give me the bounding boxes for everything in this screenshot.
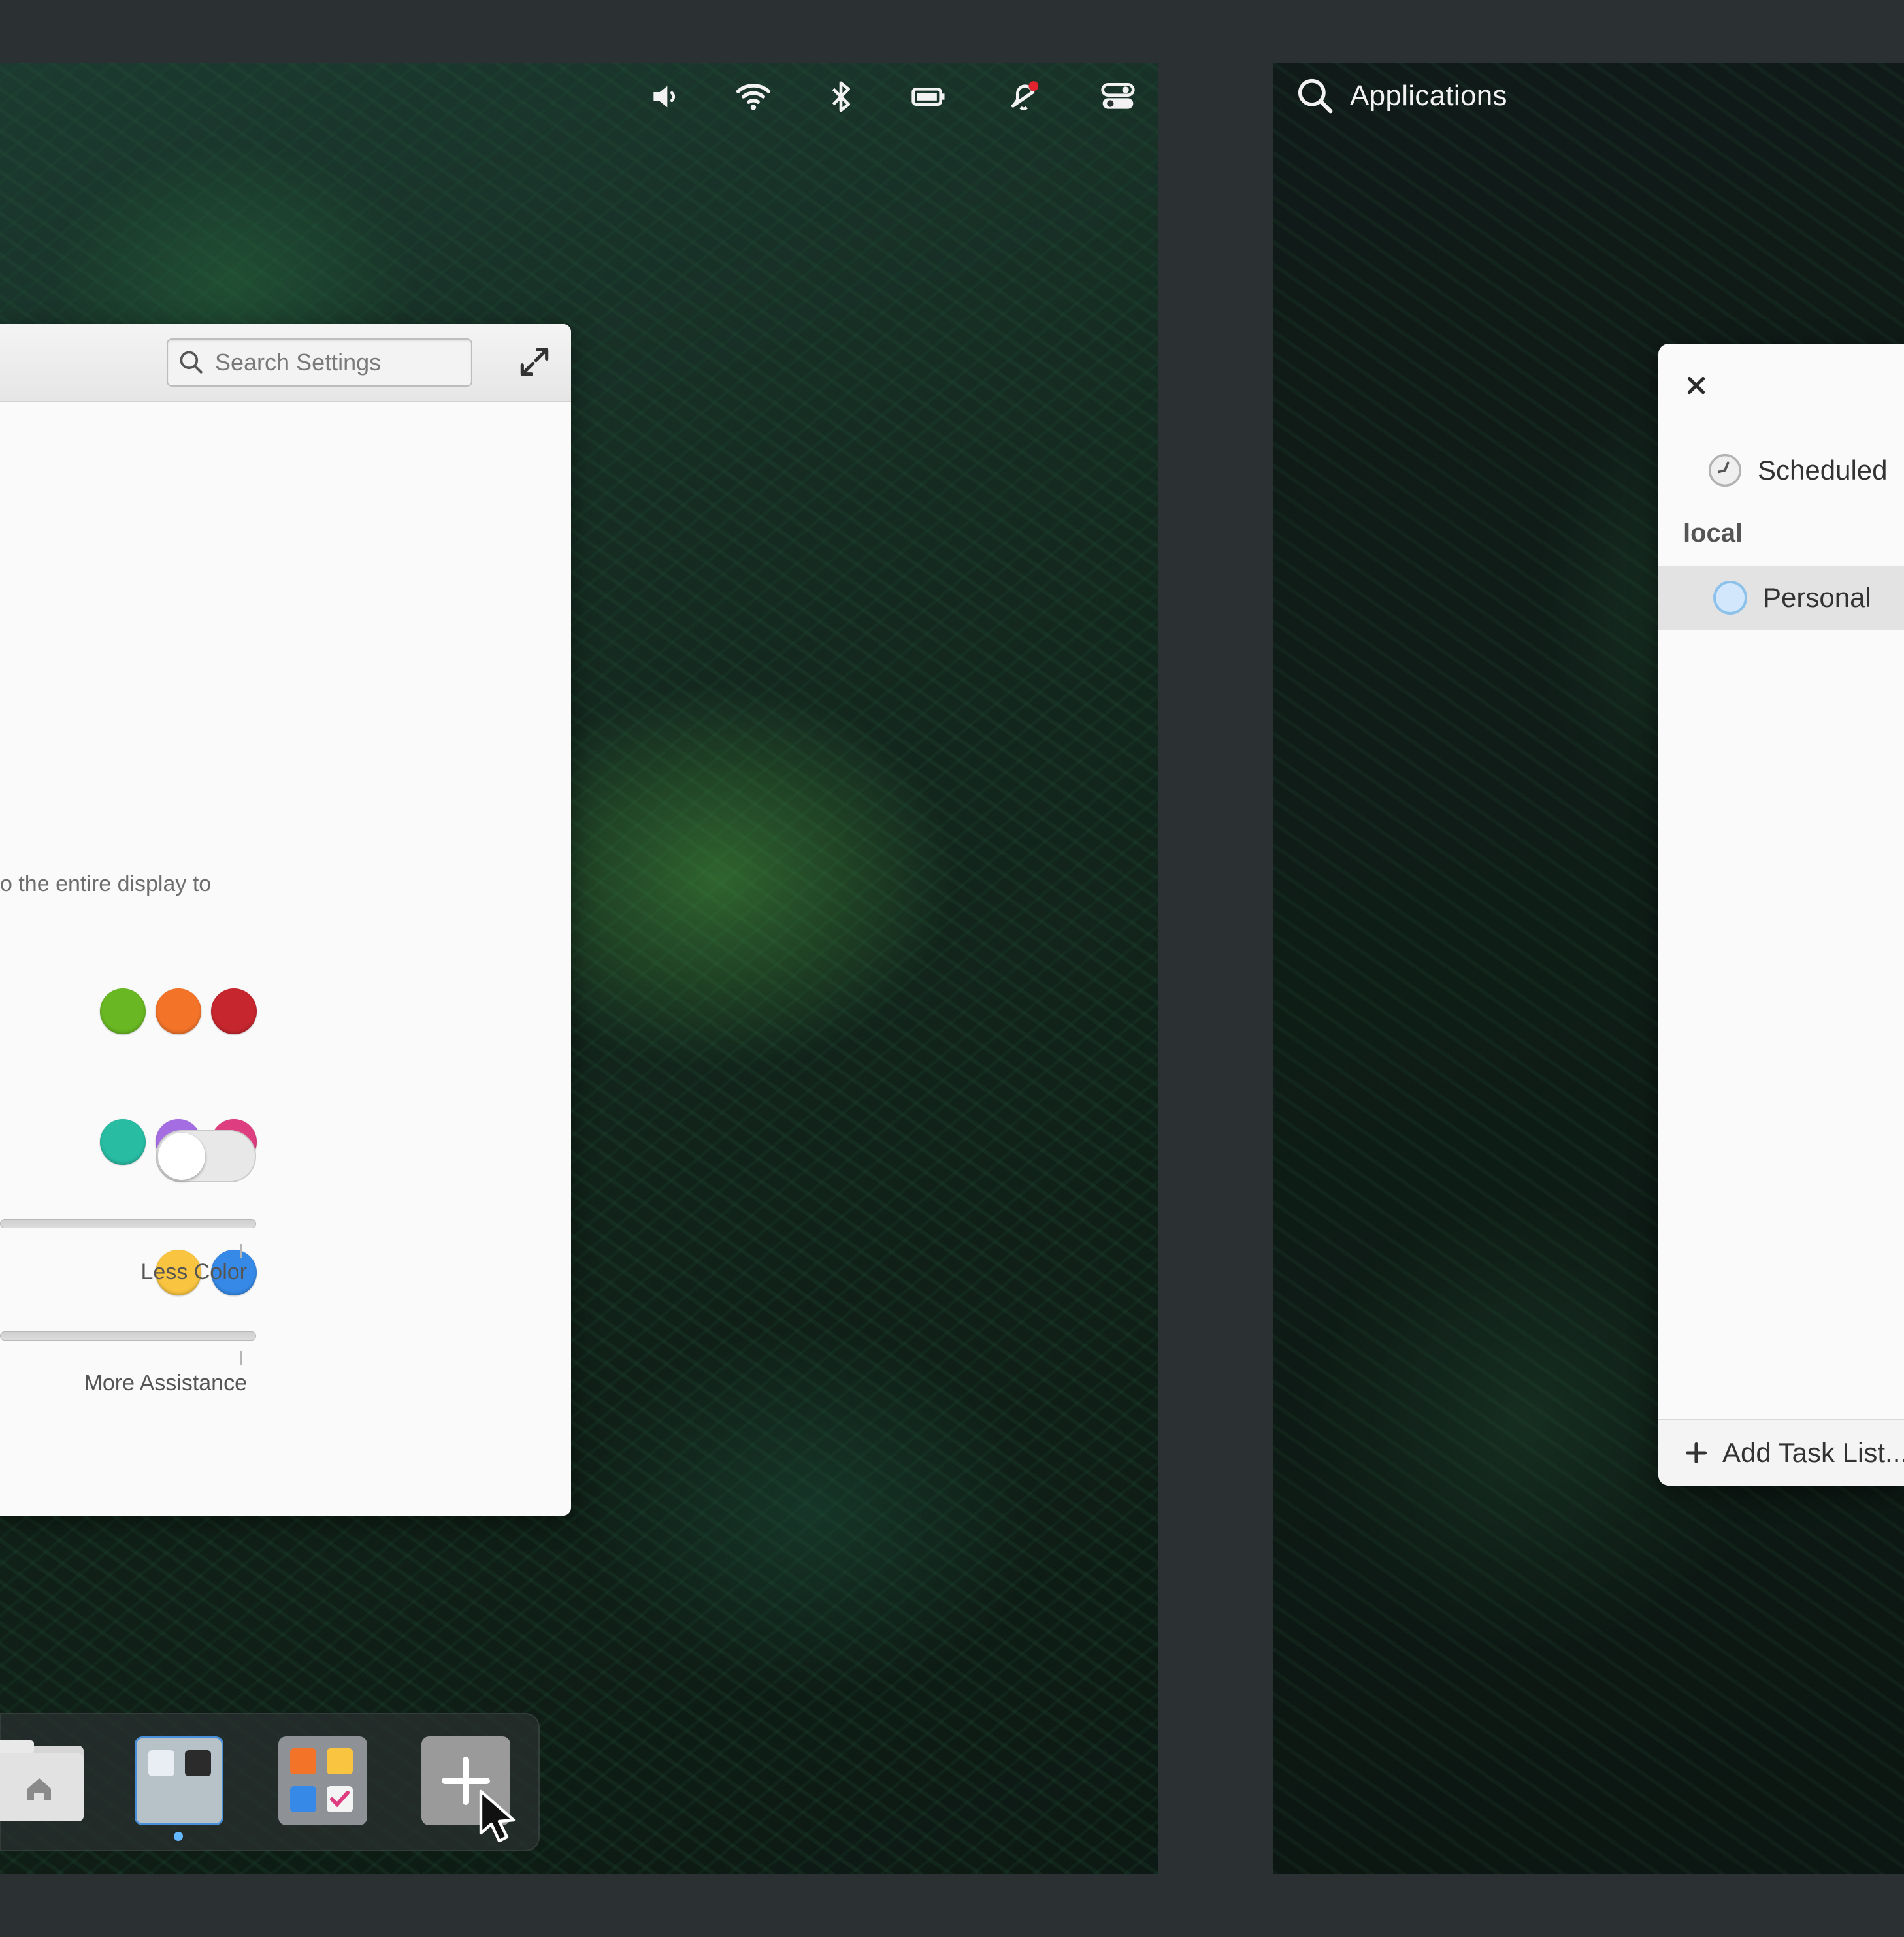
plus-icon [1685,1442,1707,1464]
search-settings-field[interactable] [167,338,472,387]
wifi-icon[interactable] [733,78,774,115]
applications-launcher[interactable]: Applications [1295,76,1507,116]
slider-tick [240,1351,242,1365]
photos-icon [290,1786,316,1812]
workspace-2-thumbnail[interactable] [278,1736,367,1825]
accent-orange-swatch[interactable] [156,988,201,1034]
tasks-window: Scheduled local Personal Add Task List..… [1658,344,1904,1486]
close-button[interactable] [1684,374,1708,397]
accent-green-swatch[interactable] [100,988,146,1034]
terminal-icon [185,1750,211,1776]
applications-label: Applications [1350,80,1507,112]
personal-label: Personal [1763,582,1871,613]
bell-icon[interactable] [1005,78,1045,115]
battery-icon[interactable] [908,78,949,115]
files-launcher[interactable] [0,1736,84,1825]
toggles-icon[interactable] [1098,78,1138,115]
speaker-icon[interactable] [646,78,686,115]
mouse-cursor-icon [479,1789,516,1843]
close-icon [1687,376,1705,395]
workspace-1-thumbnail[interactable] [135,1736,223,1825]
more-assistance-label: More Assistance [84,1371,247,1395]
search-icon [180,351,203,374]
mail-icon [327,1748,353,1774]
toggle-app-icon [148,1750,174,1776]
expand-icon [520,348,549,376]
sidebar-item-personal[interactable]: Personal [1658,566,1904,630]
dock [0,1713,540,1851]
accent-mint-swatch[interactable] [100,1119,146,1165]
scheduled-label: Scheduled [1758,455,1888,485]
tasks-icon [327,1786,353,1812]
list-color-dot [1713,581,1747,615]
search-settings-input[interactable] [215,349,463,376]
bluetooth-icon[interactable] [821,78,861,115]
assistance-slider[interactable] [0,1331,256,1341]
source-section-header: local [1683,519,1743,547]
maximize-button[interactable] [516,344,553,380]
search-icon [1298,78,1333,114]
less-color-label: Less Color [140,1260,247,1284]
active-workspace-indicator [174,1832,183,1841]
accent-red-swatch[interactable] [211,988,257,1034]
setting-switch[interactable] [156,1130,256,1182]
settings-window: o the entire display to More Assistance … [0,324,571,1516]
setting-description: o the entire display to [0,871,212,896]
slider-tick [240,1244,242,1258]
switch-knob [158,1133,205,1180]
color-slider[interactable] [0,1219,256,1228]
music-icon [290,1748,316,1774]
clock-icon [1708,453,1742,487]
settings-headerbar [0,324,571,402]
add-task-list-button[interactable]: Add Task List... [1658,1419,1904,1486]
add-task-list-label: Add Task List... [1722,1437,1904,1468]
sidebar-item-scheduled[interactable]: Scheduled [1658,444,1904,496]
